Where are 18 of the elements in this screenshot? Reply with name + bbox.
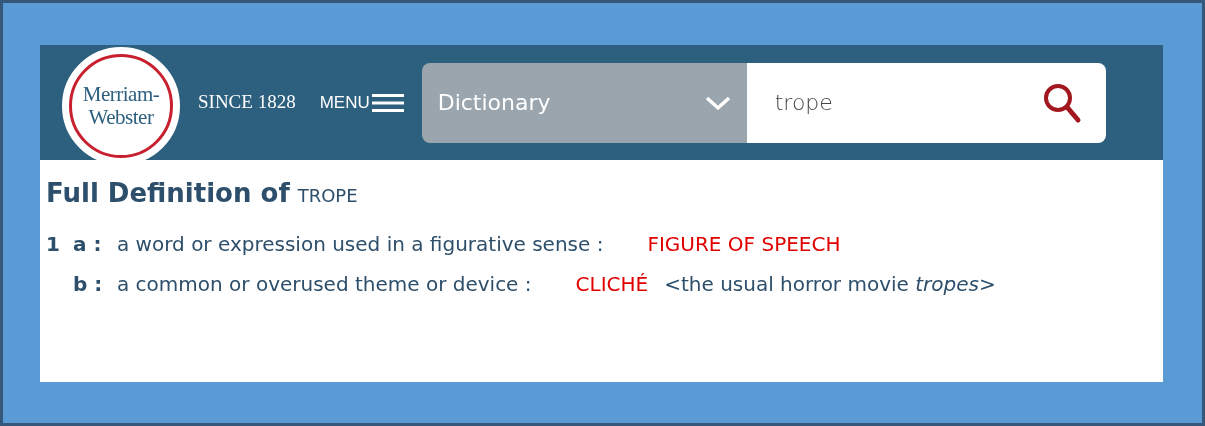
usage-example: <the usual horror movie tropes> (664, 271, 996, 298)
sense-letter: a : (73, 231, 103, 258)
menu-icon (371, 92, 404, 113)
cross-reference-link[interactable]: FIGURE OF SPEECH (647, 229, 841, 259)
logo-text: Merriam- (82, 83, 160, 106)
menu-button[interactable]: MENU (319, 89, 404, 116)
definition-text: a common or overused theme or device : (117, 271, 532, 298)
search-icon[interactable] (1041, 81, 1082, 124)
sense-number: 1 (46, 231, 61, 258)
logo-text: Webster (88, 105, 154, 128)
headword: TROPE (297, 185, 358, 206)
tagline: SINCE 1828 (198, 90, 296, 115)
definition-text: a word or expression used in a figurative sense : (117, 231, 604, 258)
chevron-icon (704, 94, 731, 111)
cross-reference-link[interactable]: CLICHÉ (575, 269, 649, 299)
sense-letter: b : (73, 271, 104, 298)
definition-heading: Full Definition of (46, 178, 290, 208)
search-box[interactable]: trope (746, 62, 1106, 143)
